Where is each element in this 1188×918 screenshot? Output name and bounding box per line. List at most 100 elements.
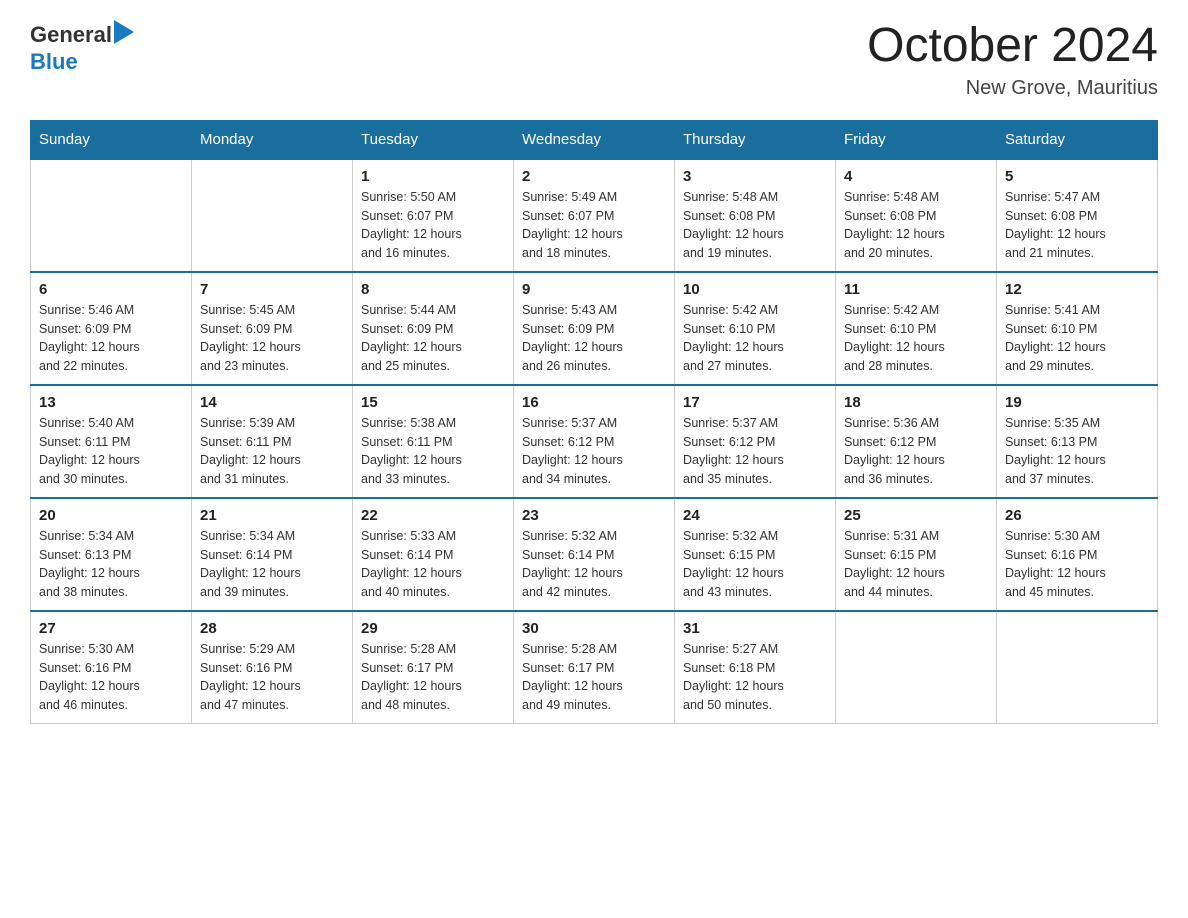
calendar-cell: 15 Sunrise: 5:38 AM Sunset: 6:11 PM Dayli… <box>353 385 514 498</box>
day-info: Sunrise: 5:37 AM Sunset: 6:12 PM Dayligh… <box>522 414 666 489</box>
day-info: Sunrise: 5:50 AM Sunset: 6:07 PM Dayligh… <box>361 188 505 263</box>
calendar-cell: 7Sunrise: 5:45 AM Sunset: 6:09 PM Daylig… <box>192 272 353 385</box>
logo-blue-text: Blue <box>30 49 78 74</box>
calendar-week-row: 6 Sunrise: 5:46 AM Sunset: 6:09 PM Daylig… <box>31 272 1158 385</box>
day-number: 14 <box>200 394 344 411</box>
calendar-week-row: 20Sunrise: 5:34 AM Sunset: 6:13 PM Dayli… <box>31 498 1158 611</box>
day-number: 13 <box>39 394 183 411</box>
day-number: 19 <box>1005 394 1149 411</box>
day-info: Sunrise: 5:47 AM Sunset: 6:08 PM Dayligh… <box>1005 188 1149 263</box>
day-info: Sunrise: 5:31 AM Sunset: 6:15 PM Dayligh… <box>844 527 988 602</box>
day-info: Sunrise: 5:46 AM Sunset: 6:09 PM Dayligh… <box>39 301 183 376</box>
day-info: Sunrise: 5:49 AM Sunset: 6:07 PM Dayligh… <box>522 188 666 263</box>
logo-general-text: General <box>30 22 112 48</box>
day-number: 2 <box>522 168 666 185</box>
weekday-header-thursday: Thursday <box>675 120 836 159</box>
day-number: 18 <box>844 394 988 411</box>
calendar-cell: 29 Sunrise: 5:28 AM Sunset: 6:17 PM Dayli… <box>353 611 514 724</box>
day-number: 11 <box>844 281 988 298</box>
calendar-cell: 21Sunrise: 5:34 AM Sunset: 6:14 PM Dayli… <box>192 498 353 611</box>
calendar-cell: 4 Sunrise: 5:48 AM Sunset: 6:08 PM Daylig… <box>836 159 997 272</box>
weekday-header-friday: Friday <box>836 120 997 159</box>
calendar-cell <box>31 159 192 272</box>
location-title: New Grove, Mauritius <box>867 77 1158 100</box>
day-info: Sunrise: 5:39 AM Sunset: 6:11 PM Dayligh… <box>200 414 344 489</box>
calendar-week-row: 27 Sunrise: 5:30 AM Sunset: 6:16 PM Dayli… <box>31 611 1158 724</box>
day-number: 29 <box>361 620 505 637</box>
day-number: 20 <box>39 507 183 524</box>
calendar-cell: 25Sunrise: 5:31 AM Sunset: 6:15 PM Dayli… <box>836 498 997 611</box>
day-number: 22 <box>361 507 505 524</box>
day-info: Sunrise: 5:35 AM Sunset: 6:13 PM Dayligh… <box>1005 414 1149 489</box>
calendar-cell: 8 Sunrise: 5:44 AM Sunset: 6:09 PM Daylig… <box>353 272 514 385</box>
calendar-cell: 2 Sunrise: 5:49 AM Sunset: 6:07 PM Daylig… <box>514 159 675 272</box>
calendar-cell: 17 Sunrise: 5:37 AM Sunset: 6:12 PM Dayli… <box>675 385 836 498</box>
day-info: Sunrise: 5:44 AM Sunset: 6:09 PM Dayligh… <box>361 301 505 376</box>
calendar-table: SundayMondayTuesdayWednesdayThursdayFrid… <box>30 120 1158 724</box>
day-info: Sunrise: 5:33 AM Sunset: 6:14 PM Dayligh… <box>361 527 505 602</box>
calendar-cell: 22 Sunrise: 5:33 AM Sunset: 6:14 PM Dayli… <box>353 498 514 611</box>
logo-arrow-icon <box>114 20 134 44</box>
weekday-header-monday: Monday <box>192 120 353 159</box>
day-info: Sunrise: 5:28 AM Sunset: 6:17 PM Dayligh… <box>361 640 505 715</box>
calendar-cell: 5 Sunrise: 5:47 AM Sunset: 6:08 PM Daylig… <box>997 159 1158 272</box>
weekday-header-sunday: Sunday <box>31 120 192 159</box>
calendar-cell: 3Sunrise: 5:48 AM Sunset: 6:08 PM Daylig… <box>675 159 836 272</box>
calendar-cell: 26Sunrise: 5:30 AM Sunset: 6:16 PM Dayli… <box>997 498 1158 611</box>
day-info: Sunrise: 5:48 AM Sunset: 6:08 PM Dayligh… <box>683 188 827 263</box>
day-info: Sunrise: 5:37 AM Sunset: 6:12 PM Dayligh… <box>683 414 827 489</box>
calendar-cell: 28Sunrise: 5:29 AM Sunset: 6:16 PM Dayli… <box>192 611 353 724</box>
day-info: Sunrise: 5:42 AM Sunset: 6:10 PM Dayligh… <box>683 301 827 376</box>
calendar-cell: 9Sunrise: 5:43 AM Sunset: 6:09 PM Daylig… <box>514 272 675 385</box>
day-number: 4 <box>844 168 988 185</box>
day-info: Sunrise: 5:36 AM Sunset: 6:12 PM Dayligh… <box>844 414 988 489</box>
day-number: 28 <box>200 620 344 637</box>
day-number: 5 <box>1005 168 1149 185</box>
calendar-week-row: 13 Sunrise: 5:40 AM Sunset: 6:11 PM Dayli… <box>31 385 1158 498</box>
calendar-cell: 23Sunrise: 5:32 AM Sunset: 6:14 PM Dayli… <box>514 498 675 611</box>
day-number: 6 <box>39 281 183 298</box>
calendar-cell: 16Sunrise: 5:37 AM Sunset: 6:12 PM Dayli… <box>514 385 675 498</box>
day-number: 27 <box>39 620 183 637</box>
calendar-cell <box>836 611 997 724</box>
calendar-week-row: 1 Sunrise: 5:50 AM Sunset: 6:07 PM Daylig… <box>31 159 1158 272</box>
calendar-cell <box>997 611 1158 724</box>
month-title: October 2024 <box>867 20 1158 73</box>
weekday-header-saturday: Saturday <box>997 120 1158 159</box>
calendar-cell: 1 Sunrise: 5:50 AM Sunset: 6:07 PM Daylig… <box>353 159 514 272</box>
calendar-cell: 6 Sunrise: 5:46 AM Sunset: 6:09 PM Daylig… <box>31 272 192 385</box>
day-info: Sunrise: 5:38 AM Sunset: 6:11 PM Dayligh… <box>361 414 505 489</box>
day-number: 24 <box>683 507 827 524</box>
day-info: Sunrise: 5:30 AM Sunset: 6:16 PM Dayligh… <box>39 640 183 715</box>
day-number: 17 <box>683 394 827 411</box>
calendar-cell: 14 Sunrise: 5:39 AM Sunset: 6:11 PM Dayli… <box>192 385 353 498</box>
logo: General Blue <box>30 20 134 75</box>
day-info: Sunrise: 5:32 AM Sunset: 6:14 PM Dayligh… <box>522 527 666 602</box>
day-info: Sunrise: 5:42 AM Sunset: 6:10 PM Dayligh… <box>844 301 988 376</box>
weekday-header-row: SundayMondayTuesdayWednesdayThursdayFrid… <box>31 120 1158 159</box>
day-info: Sunrise: 5:27 AM Sunset: 6:18 PM Dayligh… <box>683 640 827 715</box>
day-number: 30 <box>522 620 666 637</box>
day-number: 31 <box>683 620 827 637</box>
day-info: Sunrise: 5:48 AM Sunset: 6:08 PM Dayligh… <box>844 188 988 263</box>
day-info: Sunrise: 5:34 AM Sunset: 6:14 PM Dayligh… <box>200 527 344 602</box>
day-number: 7 <box>200 281 344 298</box>
calendar-cell: 10 Sunrise: 5:42 AM Sunset: 6:10 PM Dayli… <box>675 272 836 385</box>
day-number: 1 <box>361 168 505 185</box>
day-info: Sunrise: 5:43 AM Sunset: 6:09 PM Dayligh… <box>522 301 666 376</box>
calendar-cell: 24Sunrise: 5:32 AM Sunset: 6:15 PM Dayli… <box>675 498 836 611</box>
title-block: October 2024 New Grove, Mauritius <box>867 20 1158 100</box>
day-number: 10 <box>683 281 827 298</box>
weekday-header-wednesday: Wednesday <box>514 120 675 159</box>
calendar-cell: 27 Sunrise: 5:30 AM Sunset: 6:16 PM Dayli… <box>31 611 192 724</box>
day-number: 12 <box>1005 281 1149 298</box>
day-info: Sunrise: 5:41 AM Sunset: 6:10 PM Dayligh… <box>1005 301 1149 376</box>
day-number: 15 <box>361 394 505 411</box>
calendar-cell: 19 Sunrise: 5:35 AM Sunset: 6:13 PM Dayli… <box>997 385 1158 498</box>
calendar-cell: 12 Sunrise: 5:41 AM Sunset: 6:10 PM Dayli… <box>997 272 1158 385</box>
day-info: Sunrise: 5:40 AM Sunset: 6:11 PM Dayligh… <box>39 414 183 489</box>
calendar-cell: 11 Sunrise: 5:42 AM Sunset: 6:10 PM Dayli… <box>836 272 997 385</box>
day-info: Sunrise: 5:30 AM Sunset: 6:16 PM Dayligh… <box>1005 527 1149 602</box>
day-number: 8 <box>361 281 505 298</box>
calendar-cell: 20Sunrise: 5:34 AM Sunset: 6:13 PM Dayli… <box>31 498 192 611</box>
